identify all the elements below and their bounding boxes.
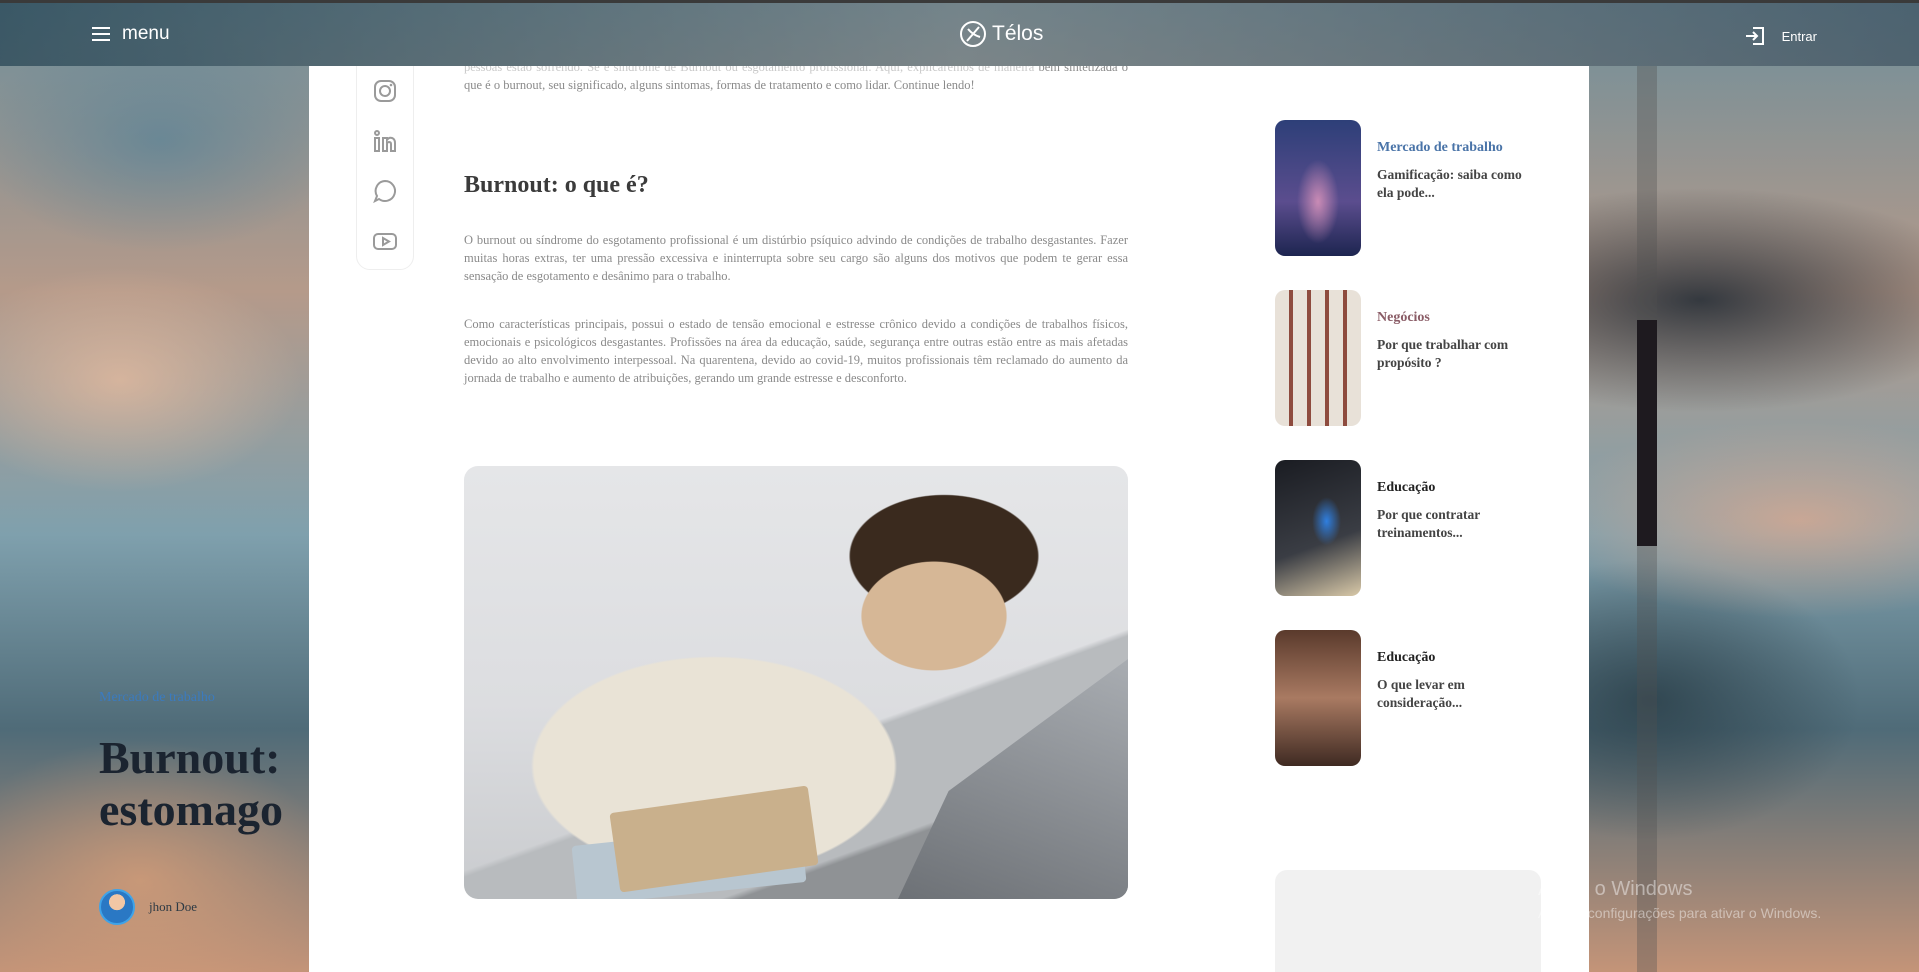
related-post-4[interactable]: Educação O que levar em consideração... xyxy=(1275,630,1535,766)
menu-button[interactable]: menu xyxy=(92,23,170,45)
post-thumbnail xyxy=(1275,460,1361,596)
post-title: Gamificação: saiba como ela pode... xyxy=(1377,167,1522,200)
login-label: Entrar xyxy=(1781,28,1817,44)
brand-name: Télos xyxy=(992,22,1044,45)
post-thumbnail xyxy=(1275,290,1361,426)
linkedin-icon[interactable] xyxy=(371,127,399,155)
related-post-2[interactable]: Negócios Por que trabalhar com propósito… xyxy=(1275,290,1535,426)
post-category: Mercado de trabalho xyxy=(1377,140,1503,155)
telos-logo-icon xyxy=(960,21,986,47)
article-image xyxy=(464,466,1128,899)
related-post-3[interactable]: Educação Por que contratar treinamentos.… xyxy=(1275,460,1535,596)
post-text: Negócios Por que trabalhar com propósito… xyxy=(1377,290,1535,426)
hero-category-link[interactable]: Mercado de trabalho xyxy=(99,690,309,706)
post-category: Educação xyxy=(1377,650,1436,665)
menu-label: menu xyxy=(122,23,170,44)
post-text: Educação Por que contratar treinamentos.… xyxy=(1377,460,1535,596)
article-intro-faded: pessoas estão sofrendo. Se é síndrome de… xyxy=(464,66,1035,74)
author-name: jhon Doe xyxy=(149,899,198,914)
windows-activation-watermark: Ativar o Windows Acesse configurações pa… xyxy=(1538,878,1821,921)
hero-section: Mercado de trabalho Burnout: estomago xyxy=(99,690,309,835)
share-bar xyxy=(356,66,414,270)
chat-icon[interactable] xyxy=(371,177,399,205)
post-text: Educação O que levar em consideração... xyxy=(1377,630,1535,766)
post-title: Por que trabalhar com propósito ? xyxy=(1377,337,1509,370)
post-thumbnail xyxy=(1275,630,1361,766)
article-heading: Burnout: o que é? xyxy=(464,172,649,198)
article-intro: pessoas estão sofrendo. Se é síndrome de… xyxy=(464,66,1128,94)
login-button[interactable]: Entrar xyxy=(1744,25,1817,47)
post-thumbnail xyxy=(1275,120,1361,256)
article-page: pessoas estão sofrendo. Se é síndrome de… xyxy=(309,66,1589,972)
sidebar-card-placeholder xyxy=(1275,870,1541,972)
post-title: Por que contratar treinamentos... xyxy=(1377,507,1480,540)
scrollbar-thumb[interactable] xyxy=(1637,320,1657,546)
post-category: Educação xyxy=(1377,480,1436,495)
post-title: O que levar em consideração... xyxy=(1377,677,1465,710)
hamburger-icon xyxy=(92,27,110,41)
youtube-icon[interactable] xyxy=(371,227,399,255)
hero-title-line1: Burnout: xyxy=(99,732,281,783)
article-paragraph-1: O burnout ou síndrome do esgotamento pro… xyxy=(464,233,1128,283)
hero-title-line2: estomago xyxy=(99,783,283,835)
author-info[interactable]: jhon Doe xyxy=(99,889,197,925)
hero-title: Burnout: estomago xyxy=(99,732,309,835)
related-post-1[interactable]: Mercado de trabalho Gamificação: saiba c… xyxy=(1275,120,1535,256)
article-paragraph-2: Como características principais, possui … xyxy=(464,317,1128,385)
instagram-icon[interactable] xyxy=(371,77,399,105)
image-laptop xyxy=(898,659,1128,899)
watermark-subtitle: Acesse configurações para ativar o Windo… xyxy=(1538,905,1822,921)
post-category: Negócios xyxy=(1377,310,1430,325)
top-navbar: menu Télos Entrar xyxy=(0,0,1919,66)
watermark-title: Ativar o Windows xyxy=(1538,878,1693,900)
login-icon xyxy=(1745,27,1764,45)
post-text: Mercado de trabalho Gamificação: saiba c… xyxy=(1377,120,1535,256)
avatar xyxy=(99,889,135,925)
brand-logo[interactable]: Télos xyxy=(958,19,1043,49)
